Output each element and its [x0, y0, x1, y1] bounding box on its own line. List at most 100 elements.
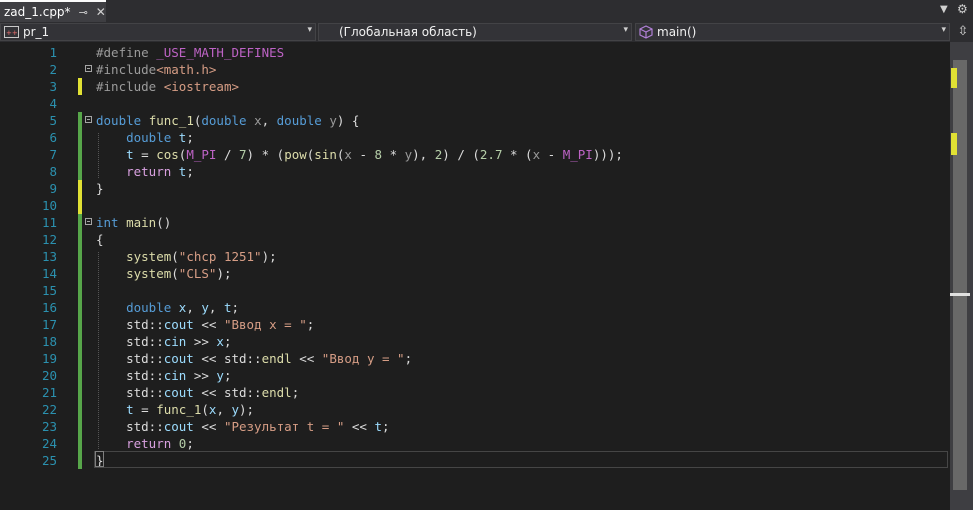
current-line-highlight: [94, 451, 948, 468]
line-number: 25: [41, 453, 57, 468]
code-token: system: [126, 266, 172, 281]
pin-icon[interactable]: ⊸: [79, 6, 88, 19]
code-token: ;: [231, 300, 240, 315]
gear-icon[interactable]: ⚙: [957, 2, 968, 16]
code-line[interactable]: 17 std::cout << "Ввод x = ";: [0, 316, 950, 333]
code-token: <iostream>: [163, 79, 239, 94]
change-indicator: [78, 129, 82, 146]
code-line[interactable]: 15: [0, 282, 950, 299]
change-indicator: [78, 384, 82, 401]
code-line[interactable]: 8 return t;: [0, 163, 950, 180]
code-line[interactable]: 12 {: [0, 231, 950, 248]
code-text: t = func_1(x, y);: [96, 401, 254, 418]
code-token: << std::: [193, 351, 262, 366]
code-text: std::cin >> y;: [96, 367, 231, 384]
member-dropdown[interactable]: main() ▾: [635, 23, 950, 41]
collapse-icon[interactable]: [85, 65, 92, 72]
code-line[interactable]: 9}: [0, 180, 950, 197]
code-line[interactable]: 1 #define _USE_MATH_DEFINES: [0, 44, 950, 61]
code-token: ,: [261, 113, 277, 128]
member-name: main(): [657, 25, 697, 39]
indent-guide: [98, 133, 99, 178]
code-token: t: [126, 402, 134, 417]
cube-icon: [639, 25, 653, 39]
scope-name: (Глобальная область): [339, 25, 477, 39]
vertical-scrollbar[interactable]: [950, 42, 973, 510]
code-token: t: [126, 147, 134, 162]
code-token: std::: [96, 351, 164, 366]
code-line[interactable]: 5 double func_1(double x, double y) {: [0, 112, 950, 129]
scope-dropdown[interactable]: (Глобальная область) ▾: [318, 23, 632, 41]
code-token: cout: [163, 351, 194, 366]
code-token: );: [216, 266, 232, 281]
code-token: _USE_MATH_DEFINES: [156, 45, 285, 60]
line-number: 15: [41, 283, 57, 298]
code-line[interactable]: 13 system("chcp 1251");: [0, 248, 950, 265]
code-line[interactable]: 6 double t;: [0, 129, 950, 146]
code-token: double: [201, 113, 255, 128]
code-token: {: [96, 232, 104, 247]
code-token: sin: [314, 147, 337, 162]
code-token: 8: [374, 147, 383, 162]
tab-list-dropdown-icon[interactable]: ▼: [940, 4, 948, 15]
code-line[interactable]: 4: [0, 95, 950, 112]
code-line[interactable]: 24 return 0;: [0, 435, 950, 452]
code-token: pow: [284, 147, 307, 162]
code-text: system("CLS");: [96, 265, 232, 282]
code-line[interactable]: 21 std::cout << std::endl;: [0, 384, 950, 401]
chevron-down-icon: ▾: [307, 25, 312, 35]
code-token: <math.h>: [156, 62, 217, 77]
caret-position-marker: [950, 293, 970, 296]
code-line[interactable]: 11 int main(): [0, 214, 950, 231]
chevron-down-icon: ▾: [941, 25, 946, 35]
line-number: 4: [49, 96, 57, 111]
code-line[interactable]: 20 std::cin >> y;: [0, 367, 950, 384]
code-token: y: [231, 402, 240, 417]
code-line[interactable]: 18 std::cin >> x;: [0, 333, 950, 350]
code-text: #include <iostream>: [96, 78, 239, 95]
code-token: std::: [96, 334, 164, 349]
line-number: 22: [41, 402, 57, 417]
code-line[interactable]: 22 t = func_1(x, y);: [0, 401, 950, 418]
tab-zad-1-cpp[interactable]: zad_1.cpp* ⊸ ✕: [0, 0, 106, 22]
change-indicator: [78, 214, 82, 231]
code-line[interactable]: 23 std::cout << "Результат t = " << t;: [0, 418, 950, 435]
change-indicator: [78, 333, 82, 350]
code-token: (: [171, 266, 179, 281]
code-token: double: [126, 300, 179, 315]
indent-guide: [98, 252, 99, 449]
split-window-icon[interactable]: ⇳: [953, 22, 973, 42]
code-line[interactable]: 7 t = cos(M_PI / 7) * (pow(sin(x - 8 * y…: [0, 146, 950, 163]
code-text: double t;: [96, 129, 194, 146]
code-token: >>: [186, 368, 217, 383]
code-token: "Ввод x = ": [223, 317, 307, 332]
line-number: 17: [41, 317, 57, 332]
code-token: system: [126, 249, 172, 264]
code-token: -: [540, 147, 563, 162]
close-icon[interactable]: ✕: [96, 5, 106, 19]
chevron-down-icon: ▾: [623, 25, 628, 35]
code-token: ),: [412, 147, 435, 162]
code-line[interactable]: 3 #include <iostream>: [0, 78, 950, 95]
scrollbar-thumb[interactable]: [953, 60, 967, 490]
code-editor[interactable]: 1 #define _USE_MATH_DEFINES 2 #include<math…: [0, 42, 950, 510]
code-line[interactable]: 14 system("CLS");: [0, 265, 950, 282]
code-line[interactable]: 2 #include<math.h>: [0, 61, 950, 78]
change-indicator: [78, 418, 82, 435]
code-line[interactable]: 16 double x, y, t;: [0, 299, 950, 316]
project-dropdown[interactable]: ++ pr_1 ▾: [0, 23, 316, 41]
code-text: std::cout << "Результат t = " << t;: [96, 418, 389, 435]
code-token: endl: [261, 351, 292, 366]
code-token: * (: [502, 147, 533, 162]
collapse-icon[interactable]: [85, 116, 92, 123]
code-token: x: [532, 147, 541, 162]
code-token: endl: [261, 385, 292, 400]
code-line[interactable]: 19 std::cout << std::endl << "Ввод y = "…: [0, 350, 950, 367]
collapse-icon[interactable]: [85, 218, 92, 225]
code-line[interactable]: 10: [0, 197, 950, 214]
code-token: ;: [186, 164, 194, 179]
